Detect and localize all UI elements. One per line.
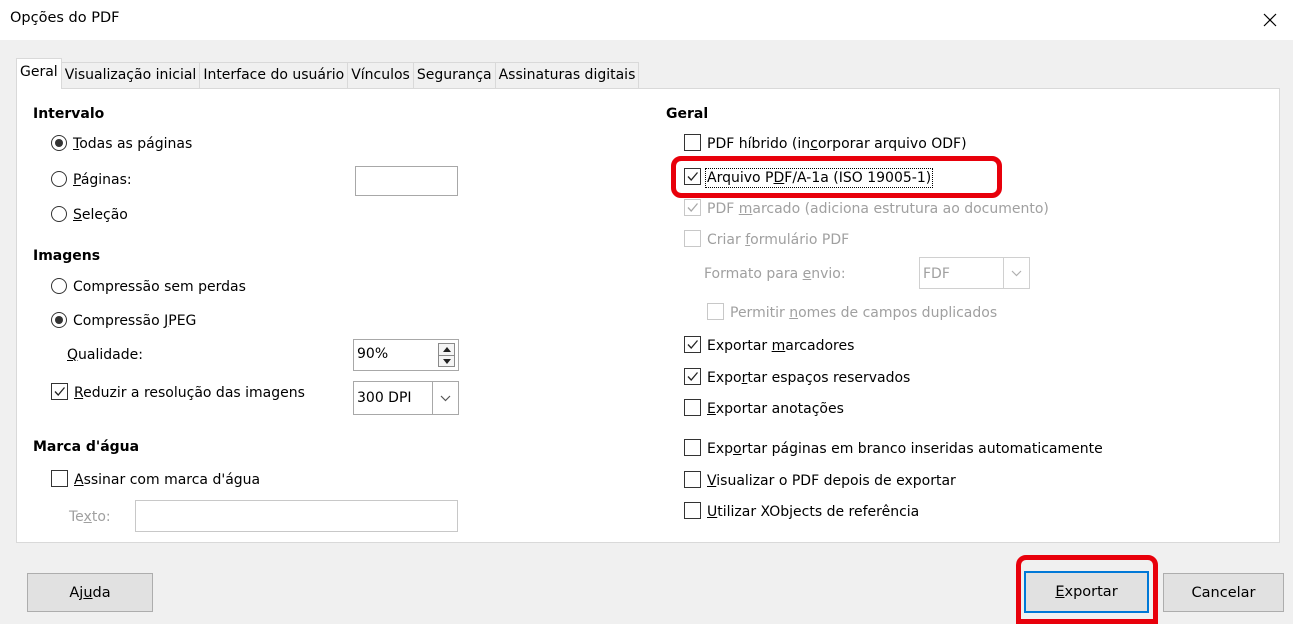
radio-indicator — [51, 312, 67, 328]
check-icon — [687, 340, 698, 349]
checkbox-indicator — [684, 439, 701, 456]
tab-seguranca[interactable]: Segurança — [412, 62, 496, 89]
check-visualizar-pdf[interactable]: Visualizar o PDF depois de exportar — [684, 471, 956, 489]
check-nomes-duplicados: Permitir nomes de campos duplicados — [707, 303, 997, 321]
qualidade-label: Qualidade: — [67, 347, 143, 363]
check-exportar-anotacoes[interactable]: Exportar anotações — [684, 399, 844, 417]
formato-envio-label: Formato para envio: — [704, 266, 846, 282]
radio-compressao-jpeg[interactable]: Compressão JPEG — [51, 312, 196, 329]
checkbox-indicator — [51, 470, 68, 487]
geral-heading: Geral — [666, 106, 709, 122]
check-icon — [54, 387, 65, 396]
checkbox-indicator — [684, 134, 701, 151]
checkbox-indicator — [684, 336, 701, 353]
radio-indicator — [51, 171, 67, 187]
radio-todas-paginas[interactable]: Todas as páginas — [51, 135, 192, 152]
radio-indicator — [51, 278, 67, 294]
spin-up-icon — [443, 347, 451, 352]
check-pdf-hibrido[interactable]: PDF híbrido (incorporar arquivo ODF) — [684, 134, 967, 152]
radio-compressao-sem-perdas[interactable]: Compressão sem perdas — [51, 278, 246, 295]
checkbox-indicator — [684, 199, 701, 216]
check-assinar-marca[interactable]: Assinar com marca d'água — [51, 470, 260, 488]
tab-bar: Geral Visualização inicial Interface do … — [16, 58, 640, 89]
check-pdf-marcado: PDF marcado (adiciona estrutura ao docum… — [684, 199, 1049, 217]
texto-label: Texto: — [69, 509, 111, 525]
tab-assinaturas-digitais[interactable]: Assinaturas digitais — [494, 62, 640, 89]
radio-indicator — [51, 135, 67, 151]
checkbox-indicator — [684, 230, 701, 247]
tab-visualizacao-inicial[interactable]: Visualização inicial — [60, 62, 201, 89]
dropdown-button[interactable] — [432, 382, 458, 414]
check-icon — [687, 203, 698, 212]
tab-geral[interactable]: Geral — [16, 58, 62, 89]
check-icon — [687, 372, 698, 381]
check-exportar-marcadores[interactable]: Exportar marcadores — [684, 336, 854, 354]
checkbox-indicator — [51, 383, 68, 400]
paginas-input[interactable] — [355, 166, 458, 196]
checkbox-indicator — [684, 399, 701, 416]
close-button[interactable] — [1247, 0, 1293, 40]
tab-panel-geral: Intervalo Todas as páginas Páginas: Sele… — [16, 88, 1280, 543]
marca-heading: Marca d'água — [33, 439, 140, 455]
check-criar-formulario: Criar formulário PDF — [684, 230, 849, 248]
window-title: Opções do PDF — [10, 10, 120, 26]
checkbox-indicator — [684, 471, 701, 488]
chevron-down-icon — [1011, 270, 1022, 276]
checkbox-indicator — [684, 502, 701, 519]
texto-input[interactable] — [135, 500, 458, 532]
checkbox-indicator — [707, 303, 724, 320]
spin-arrows[interactable] — [438, 343, 455, 367]
radio-selecao[interactable]: Seleção — [51, 206, 128, 223]
title-bar: Opções do PDF — [0, 0, 1293, 40]
close-icon — [1263, 13, 1277, 27]
ajuda-button[interactable]: Aj u da — [27, 573, 153, 612]
radio-paginas[interactable]: Páginas: — [51, 171, 132, 188]
exportar-button[interactable]: Exportar — [1024, 571, 1149, 613]
chevron-down-icon — [440, 395, 451, 401]
qualidade-spinbox[interactable]: 90% — [353, 339, 459, 371]
imagens-heading: Imagens — [33, 248, 101, 264]
cancelar-button[interactable]: Cancelar — [1163, 573, 1284, 612]
dropdown-button — [1003, 258, 1029, 288]
intervalo-heading: Intervalo — [33, 106, 105, 122]
check-exportar-paginas-branco[interactable]: Exportar páginas em branco inseridas aut… — [684, 439, 1103, 457]
check-utilizar-xobjects[interactable]: Utilizar XObjects de referência — [684, 502, 919, 520]
resolucao-combobox[interactable]: 300 DPI — [353, 381, 459, 415]
spin-down-icon — [443, 359, 451, 364]
check-arquivo-pdfa[interactable]: Arquivo PDF/A-1a (ISO 19005-1) — [684, 168, 934, 188]
check-reduzir-resolucao[interactable]: Reduzir a resolução das imagens — [51, 383, 305, 401]
check-exportar-espacos[interactable]: Exportar espaços reservados — [684, 368, 910, 386]
formato-envio-combobox: FDF — [919, 257, 1030, 289]
check-icon — [687, 172, 698, 181]
checkbox-indicator — [684, 168, 701, 185]
tab-vinculos[interactable]: Vínculos — [347, 62, 414, 89]
checkbox-indicator — [684, 368, 701, 385]
radio-indicator — [51, 206, 67, 222]
tab-interface-do-usuario[interactable]: Interface do usuário — [199, 62, 349, 89]
